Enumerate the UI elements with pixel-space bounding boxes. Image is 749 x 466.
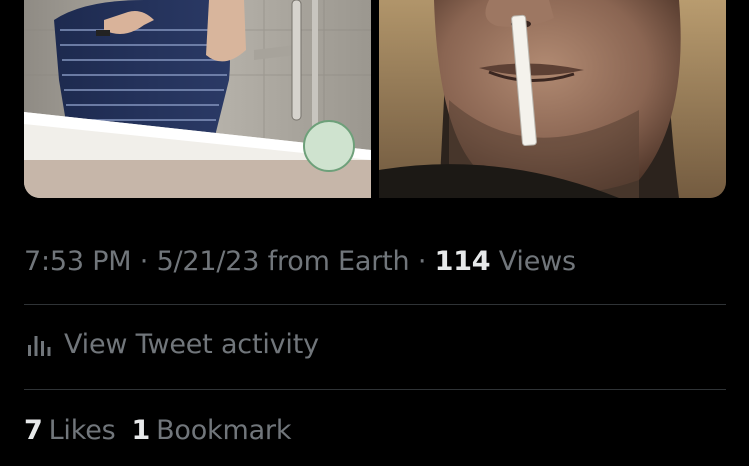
bookmarks-count: 1 (131, 414, 151, 446)
views-label: Views (490, 246, 576, 277)
mirror-selfie-image (24, 0, 371, 198)
tweet-date[interactable]: 5/21/23 (157, 246, 260, 277)
engagement-stats: 7 Likes 1 Bookmark (24, 410, 291, 450)
meta-separator: · (131, 246, 157, 277)
likes-label: Likes (48, 414, 116, 446)
tweet-meta: 7:53 PM · 5/21/23 from Earth · 114 Views (24, 244, 576, 280)
cigarette-closeup-image (379, 0, 726, 198)
meta-separator: · (409, 246, 435, 277)
tweet-time[interactable]: 7:53 PM (24, 246, 132, 277)
divider (24, 389, 726, 390)
bookmarks-label: Bookmark (156, 414, 292, 446)
divider (24, 304, 726, 305)
photo-mirror-selfie[interactable] (24, 0, 371, 198)
view-tweet-activity-button[interactable]: View Tweet activity (24, 324, 319, 364)
views-count: 114 (434, 246, 491, 277)
media-grid (24, 0, 726, 198)
photo-cigarette-closeup[interactable] (379, 0, 726, 198)
view-tweet-activity-label: View Tweet activity (64, 328, 319, 360)
bookmarks-stat[interactable]: 1 Bookmark (132, 415, 292, 446)
tweet-detail: 7:53 PM · 5/21/23 from Earth · 114 Views… (0, 0, 749, 466)
likes-count: 7 (24, 414, 43, 446)
tweet-source: from Earth (259, 246, 410, 277)
likes-stat[interactable]: 7 Likes (24, 415, 116, 446)
bar-chart-icon (28, 336, 51, 356)
